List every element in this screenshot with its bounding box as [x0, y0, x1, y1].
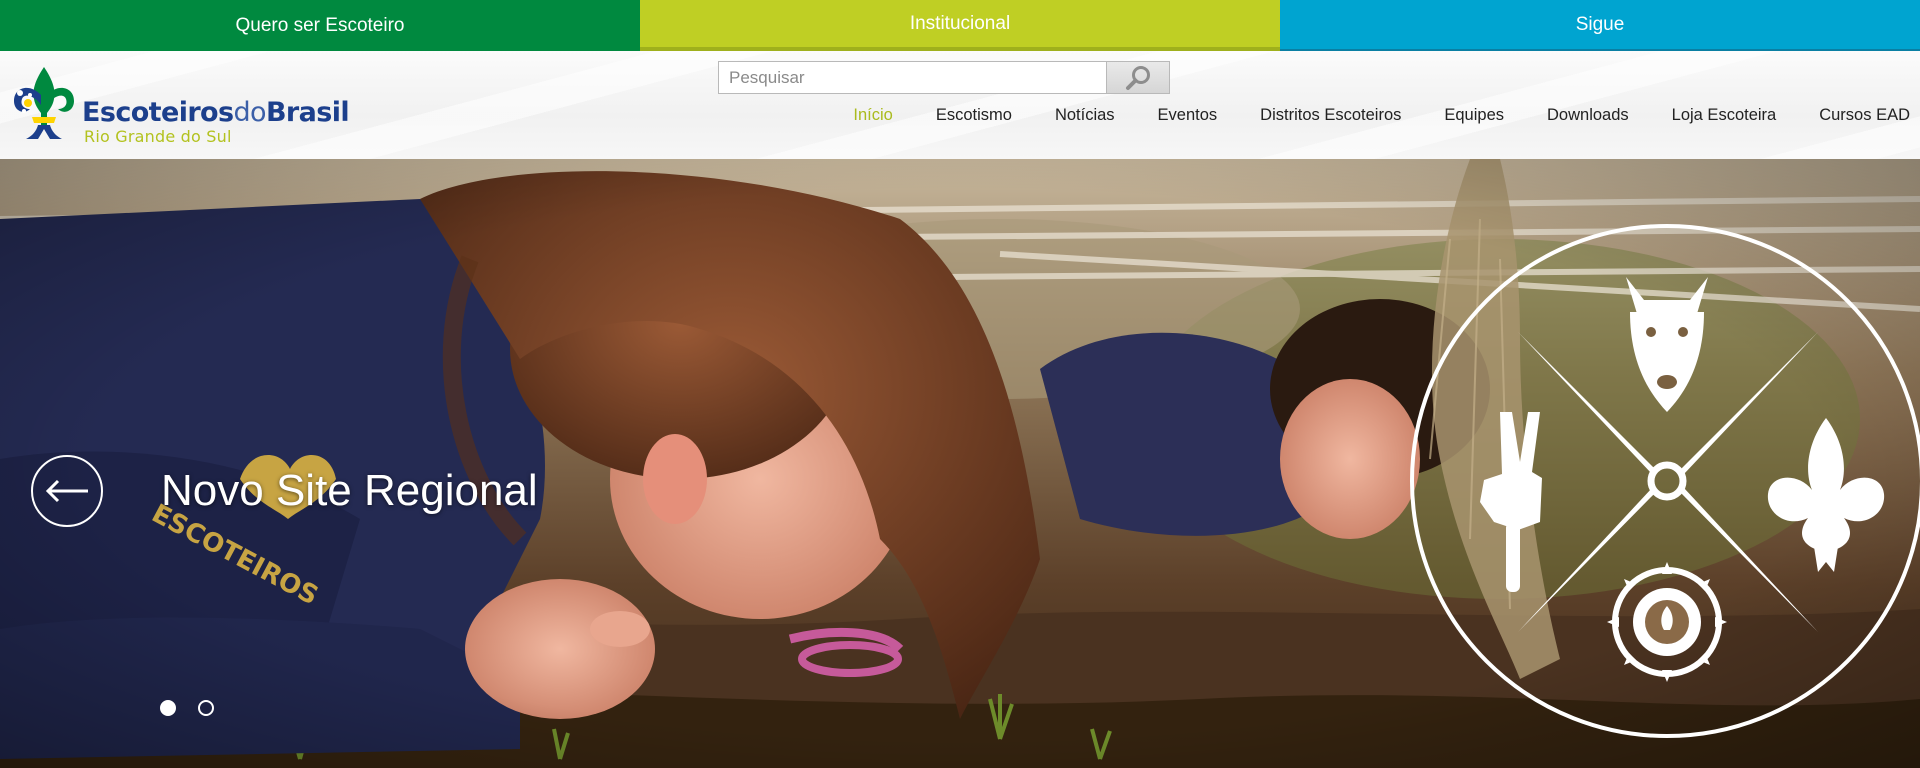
nav-item-distritos-escoteiros[interactable]: Distritos Escoteiros	[1260, 106, 1401, 125]
hand-salute-icon	[1480, 412, 1542, 592]
search-input[interactable]	[718, 61, 1106, 94]
topbar-link-label: Quero ser Escoteiro	[235, 14, 405, 36]
nav-item-cursos-ead[interactable]: Cursos EAD	[1819, 106, 1910, 125]
slider-dot-2[interactable]	[198, 700, 214, 716]
logo-brand-part: Brasil	[265, 97, 350, 128]
logo-subtitle: Rio Grande do Sul	[84, 127, 232, 146]
nav-item-noticias[interactable]: Notícias	[1055, 106, 1115, 125]
logo-brand: EscoteirosdoBrasil	[82, 97, 350, 128]
search-bar	[718, 61, 1170, 94]
slider-prev-button[interactable]	[31, 455, 103, 527]
fleur-de-lis-icon	[1767, 418, 1885, 572]
search-button[interactable]	[1106, 61, 1170, 94]
nav-item-escotismo[interactable]: Escotismo	[936, 106, 1012, 125]
topbar-link-label: Institucional	[909, 12, 1011, 34]
nav-item-eventos[interactable]: Eventos	[1158, 106, 1218, 125]
slide-caption: Novo Site Regional	[161, 466, 538, 515]
hero-slider: ESCOTEIROS	[0, 159, 1920, 768]
site-header: EscoteirosdoBrasil Rio Grande do Sul Iní…	[0, 51, 1920, 159]
slider-dot-1[interactable]	[160, 700, 176, 716]
fleur-de-lis-logo-icon	[14, 67, 74, 139]
topbar-link-institucional[interactable]: Institucional	[640, 0, 1280, 60]
topbar-link-label: Sigue	[1575, 13, 1625, 35]
site-logo[interactable]: EscoteirosdoBrasil Rio Grande do Sul	[8, 65, 350, 146]
nav-item-inicio[interactable]: Início	[853, 106, 892, 125]
search-icon	[1126, 65, 1150, 90]
logo-brand-part: Escoteiros	[82, 97, 234, 128]
topbar-link-quero-ser-escoteiro[interactable]: Quero ser Escoteiro	[0, 0, 640, 51]
wolf-icon	[1626, 277, 1708, 412]
top-color-bar: Quero ser Escoteiro Institucional Sigue	[0, 0, 1920, 60]
slider-pagination	[160, 700, 236, 716]
logo-brand-part: do	[233, 97, 266, 128]
arrow-left-icon	[45, 479, 88, 503]
nav-item-equipes[interactable]: Equipes	[1444, 106, 1504, 125]
topbar-link-sigue[interactable]: Sigue	[1280, 0, 1920, 51]
nav-item-downloads[interactable]: Downloads	[1547, 106, 1629, 125]
main-nav: Início Escotismo Notícias Eventos Distri…	[853, 101, 1910, 129]
compass-rose-icon	[1607, 562, 1727, 682]
scout-branches-emblem-icon	[1410, 224, 1920, 738]
nav-item-loja-escoteira[interactable]: Loja Escoteira	[1672, 106, 1777, 125]
